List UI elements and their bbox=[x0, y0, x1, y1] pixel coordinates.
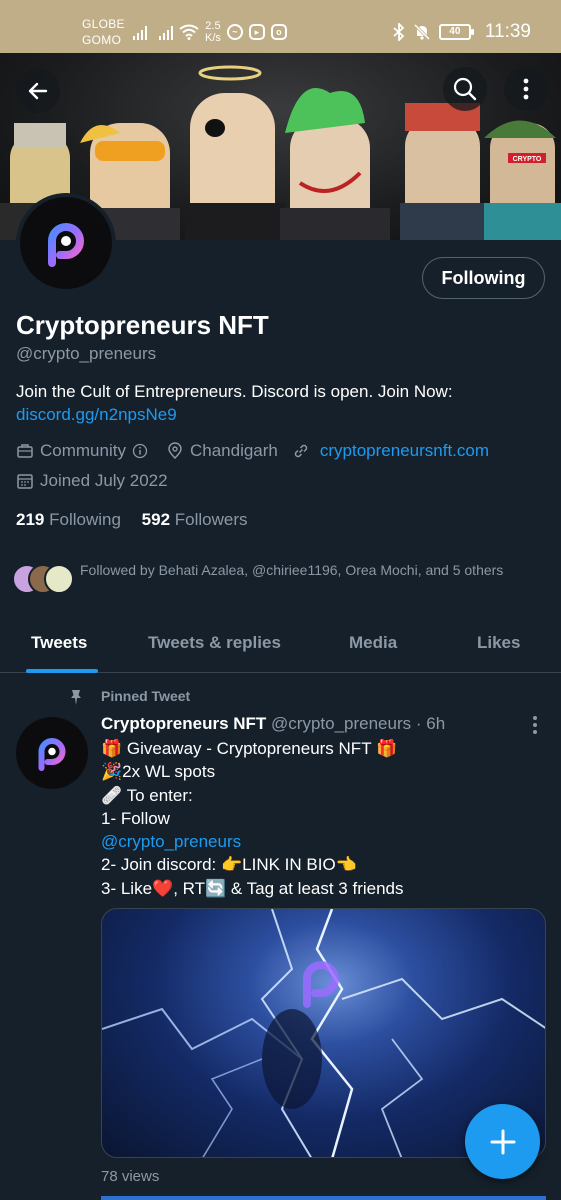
mute-bell-icon bbox=[413, 23, 430, 41]
bluetooth-icon bbox=[393, 23, 405, 41]
info-icon[interactable] bbox=[132, 443, 148, 459]
cryptopreneurs-logo bbox=[38, 738, 66, 771]
tweet-author[interactable]: Cryptopreneurs NFT bbox=[101, 714, 266, 733]
battery-indicator: 40 bbox=[438, 24, 474, 40]
search-icon bbox=[453, 77, 477, 101]
briefcase-icon bbox=[17, 444, 33, 458]
profile-handle: @crypto_preneurs bbox=[16, 344, 157, 363]
tweet-line: 2- Join discord: 👉LINK IN BIO👈 bbox=[101, 855, 357, 874]
pinned-label: Pinned Tweet bbox=[101, 688, 191, 704]
tweet-handle: @crypto_preneurs bbox=[271, 714, 412, 733]
profile-website[interactable]: cryptopreneursnft.com bbox=[320, 441, 489, 461]
tab-tweets[interactable]: Tweets bbox=[31, 633, 87, 653]
back-arrow-icon bbox=[28, 82, 48, 100]
follower-avatar bbox=[44, 564, 74, 594]
tweet-header: Cryptopreneurs NFT @crypto_preneurs · 6h bbox=[101, 714, 445, 734]
back-button[interactable] bbox=[16, 69, 60, 113]
profile-joined-row: Joined July 2022 bbox=[16, 471, 168, 491]
search-button[interactable] bbox=[443, 67, 487, 111]
profile-tabs: Tweets Tweets & replies Media Likes bbox=[0, 617, 561, 673]
tab-media[interactable]: Media bbox=[349, 633, 397, 653]
profile-bio: Join the Cult of Entrepreneurs. Discord … bbox=[16, 380, 546, 426]
tweet-line: 🎉2x WL spots bbox=[101, 762, 216, 781]
tweet-line: 1- Follow bbox=[101, 809, 170, 828]
link-icon bbox=[294, 444, 308, 458]
status-icons: 2.5 K/s ~ ▸ o bbox=[133, 20, 287, 44]
profile-meta-row: Community Chandigarh cryptopreneursnft.c… bbox=[16, 441, 489, 461]
clock: 11:39 bbox=[484, 21, 531, 42]
following-stat[interactable]: 219 Following bbox=[16, 510, 121, 529]
messenger-icon: ~ bbox=[226, 24, 243, 40]
profile-avatar[interactable] bbox=[16, 193, 116, 293]
status-right: 40 11:39 bbox=[393, 20, 531, 44]
bio-link[interactable]: discord.gg/n2npsNe9 bbox=[16, 405, 177, 424]
signal-icon bbox=[159, 24, 173, 40]
more-vertical-icon bbox=[523, 78, 529, 100]
instagram-icon: o bbox=[270, 24, 287, 40]
cryptopreneurs-logo bbox=[48, 223, 84, 267]
tweet-line: 🎁 Giveaway - Cryptopreneurs NFT 🎁 bbox=[101, 739, 398, 758]
tweet-line: 3- Like❤️, RT🔄 & Tag at least 3 friends bbox=[101, 879, 404, 898]
tab-tweets-replies[interactable]: Tweets & replies bbox=[148, 633, 281, 653]
profile-name: Cryptopreneurs NFT bbox=[16, 310, 269, 340]
calendar-icon bbox=[17, 474, 33, 489]
profile-category: Community bbox=[40, 441, 126, 460]
followed-by-text[interactable]: Followed by Behati Azalea, @chiriee1196,… bbox=[80, 560, 520, 581]
plus-icon bbox=[490, 1129, 515, 1154]
tweet-more-icon[interactable] bbox=[528, 714, 542, 734]
pin-icon bbox=[71, 690, 81, 705]
tweet-avatar[interactable] bbox=[16, 717, 88, 789]
next-media-preview bbox=[101, 1196, 546, 1200]
profile-stats: 219 Following 592 Followers bbox=[16, 510, 248, 530]
signal-icon bbox=[133, 24, 147, 40]
carrier-name: GLOBE GOMO bbox=[82, 17, 125, 47]
wifi-icon bbox=[179, 24, 199, 40]
tab-likes[interactable]: Likes bbox=[477, 633, 520, 653]
status-bar: GLOBE GOMO 2.5 K/s ~ ▸ o 40 11:39 bbox=[0, 0, 561, 53]
youtube-icon: ▸ bbox=[248, 24, 265, 40]
tweet-time: 6h bbox=[426, 714, 446, 733]
tweet-views: 78 views bbox=[101, 1168, 160, 1185]
following-button[interactable]: Following bbox=[422, 257, 545, 299]
bio-text: Join the Cult of Entrepreneurs. Discord … bbox=[16, 382, 453, 401]
network-speed: 2.5 K/s bbox=[205, 20, 221, 44]
tweet-separator: · bbox=[415, 714, 422, 733]
profile-location: Chandigarh bbox=[189, 441, 278, 460]
profile-joined: Joined July 2022 bbox=[40, 471, 168, 490]
more-options-button[interactable] bbox=[504, 67, 548, 111]
location-pin-icon bbox=[168, 442, 182, 460]
compose-tweet-button[interactable] bbox=[465, 1104, 540, 1179]
tweet-mention-link[interactable]: @crypto_preneurs bbox=[101, 832, 241, 852]
tweet-line: 🩹 To enter: bbox=[101, 786, 193, 805]
active-tab-indicator bbox=[26, 669, 98, 673]
followers-stat[interactable]: 592 Followers bbox=[142, 510, 248, 529]
banner-badge-text: CRYPTO bbox=[513, 156, 542, 163]
